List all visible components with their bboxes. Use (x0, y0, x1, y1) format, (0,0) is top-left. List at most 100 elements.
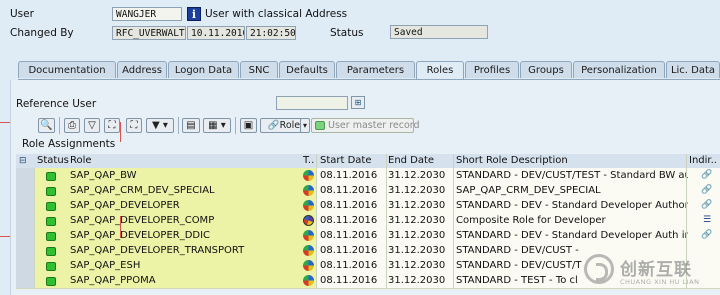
col-start-date[interactable]: Start Date (320, 154, 372, 168)
indirect-role-icon: 🔗 (701, 230, 713, 240)
role-description: STANDARD - DEV/CUST - (456, 245, 579, 256)
col-status[interactable]: Status (37, 154, 69, 168)
row-selector[interactable] (16, 213, 35, 228)
start-date: 08.11.2016 (320, 215, 378, 226)
start-date: 08.11.2016 (320, 275, 378, 286)
status-label: Status (330, 27, 364, 39)
row-selector[interactable] (16, 258, 35, 273)
table-row[interactable]: SAP_QAP_BW 08.11.2016 31.12.2030 STANDAR… (16, 168, 720, 184)
value-help-icon[interactable]: ⊞ (351, 96, 365, 109)
role-name: SAP_QAP_DEVELOPER_TRANSPORT (70, 245, 245, 256)
filter-icon[interactable]: ▽ (84, 118, 100, 133)
status-green-icon (46, 202, 56, 211)
tab-personalization[interactable]: Personalization (573, 61, 665, 78)
row-selector[interactable] (16, 243, 35, 258)
set-filter-button[interactable]: ▼ ▾ (146, 118, 174, 133)
status-green-icon (46, 217, 56, 226)
col-short-description[interactable]: Short Role Description (456, 154, 568, 168)
role-description: SAP_QAP_CRM_DEV_SPECIAL (456, 185, 601, 196)
status-green-icon (46, 172, 56, 181)
column-divider (386, 154, 387, 288)
indirect-role-icon: 🔗 (701, 170, 713, 180)
col-role[interactable]: Role (70, 154, 92, 168)
tab-parameters[interactable]: Parameters (336, 61, 415, 78)
single-role-icon (303, 245, 314, 256)
end-date: 31.12.2030 (388, 200, 446, 211)
user-field[interactable]: WANGJER (112, 7, 182, 21)
role-description: STANDARD - TEST - To cl (456, 275, 578, 286)
role-dropdown-icon[interactable]: ▾ (300, 118, 310, 133)
watermark-text: 创新互联 (620, 260, 692, 280)
changed-date-field: 10.11.2016 (187, 26, 245, 40)
indirect-role-icon: 🔗 (701, 200, 713, 210)
role-description: Composite Role for Developer (456, 215, 606, 226)
end-date: 31.12.2030 (388, 215, 446, 226)
column-divider (453, 154, 454, 288)
find-next-icon[interactable]: ⛶ (126, 118, 142, 133)
watermark: 创新互联 CHUANG XIN HU LIAN (584, 251, 720, 289)
info-icon[interactable]: i (187, 7, 201, 21)
tab-groups[interactable]: Groups (520, 61, 572, 78)
column-divider (316, 154, 317, 288)
annotation-line (0, 236, 10, 237)
role-description: STANDARD - DEV/CUST/T (456, 260, 582, 271)
print-icon[interactable]: ⎙ (64, 118, 80, 133)
row-selector[interactable] (16, 228, 35, 243)
table-row[interactable]: SAP_QAP_DEVELOPER_COMP 08.11.2016 31.12.… (16, 213, 720, 229)
row-selector[interactable] (16, 168, 35, 183)
find-icon[interactable]: ⛶ (104, 118, 120, 133)
select-all-icon[interactable]: ⊟ (19, 154, 27, 168)
end-date: 31.12.2030 (388, 230, 446, 241)
toolbar-separator (59, 117, 60, 134)
role-icon: 🔗 (267, 120, 280, 131)
row-selector[interactable] (16, 273, 35, 288)
details-icon[interactable]: 🔍 (38, 118, 55, 133)
user-description: User with classical Address (205, 8, 348, 20)
changed-time-field: 21:02:50 (246, 26, 296, 40)
tab-lic-data[interactable]: Lic. Data (666, 61, 720, 78)
col-indirect[interactable]: Indir.. (689, 154, 717, 168)
table-row[interactable]: SAP_QAP_CRM_DEV_SPECIAL 08.11.2016 31.12… (16, 183, 720, 199)
role-description: STANDARD - DEV - Standard Developer Auth… (456, 200, 688, 211)
start-date: 08.11.2016 (320, 170, 378, 181)
tab-snc[interactable]: SNC (240, 61, 278, 78)
role-name: SAP_QAP_DEVELOPER (70, 200, 180, 211)
row-selector[interactable] (16, 198, 35, 213)
role-name: SAP_QAP_ESH (70, 260, 141, 271)
row-selector[interactable] (16, 183, 35, 198)
export-button[interactable]: ▦ ▾ (203, 118, 231, 133)
reference-user-input[interactable] (276, 96, 348, 110)
role-button-label: Role (279, 120, 301, 131)
status-green-icon (46, 277, 56, 286)
tab-profiles[interactable]: Profiles (465, 61, 519, 78)
end-date: 31.12.2030 (388, 275, 446, 286)
annotation-line (120, 122, 121, 142)
tab-address[interactable]: Address (117, 61, 167, 78)
col-type[interactable]: T.. (303, 154, 314, 168)
tab-defaults[interactable]: Defaults (279, 61, 335, 78)
single-role-icon (303, 230, 314, 241)
watermark-subtext: CHUANG XIN HU LIAN (620, 278, 700, 286)
change-layout-icon[interactable]: ▣ (240, 118, 257, 133)
end-date: 31.12.2030 (388, 245, 446, 256)
changed-by-label: Changed By (10, 27, 74, 39)
status-light-icon (315, 121, 325, 130)
status-green-icon (46, 262, 56, 271)
user-label: User (10, 8, 34, 20)
table-row[interactable]: SAP_QAP_DEVELOPER 08.11.2016 31.12.2030 … (16, 198, 720, 214)
tab-logon-data[interactable]: Logon Data (168, 61, 239, 78)
status-green-icon (46, 247, 56, 256)
start-date: 08.11.2016 (320, 185, 378, 196)
role-name: SAP_QAP_DEVELOPER_COMP (70, 215, 215, 226)
changed-by-field: RFC_UVERWALT (112, 26, 186, 40)
tab-documentation[interactable]: Documentation (18, 61, 116, 78)
table-row[interactable]: SAP_QAP_DEVELOPER_DDIC 08.11.2016 31.12.… (16, 228, 720, 244)
user-master-record-button[interactable]: User master record (311, 118, 420, 133)
print-preview-icon[interactable]: ▤ (182, 118, 200, 133)
section-title: Role Assignments (22, 138, 116, 150)
col-end-date[interactable]: End Date (388, 154, 434, 168)
end-date: 31.12.2030 (388, 185, 446, 196)
status-green-icon (46, 187, 56, 196)
annotation-line (0, 122, 10, 123)
tab-roles[interactable]: Roles (416, 61, 464, 80)
